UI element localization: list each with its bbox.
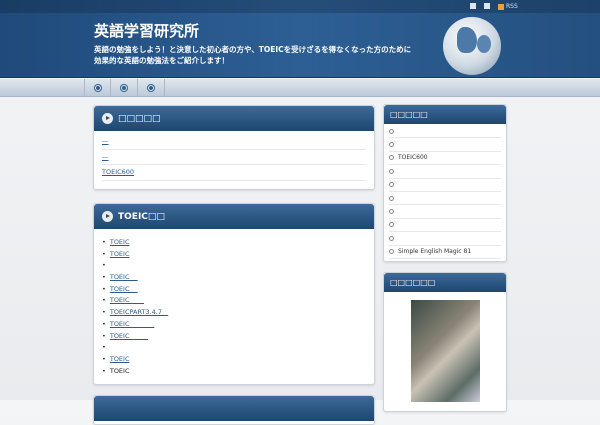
sidebar-profile-box: □□□□□□ xyxy=(383,272,507,412)
toeic-box: TOEIC□□ TOEICTOEIC TOEIC TOEIC TOEIC TOE… xyxy=(93,203,375,385)
toeic-list-item[interactable]: TOEICPART3.4.7 xyxy=(102,307,374,319)
site-description: 英語の勉強をしよう！と決意した初心者の方や、TOEICを受けざるを得なくなった方… xyxy=(94,45,412,65)
toeic-list-item[interactable]: TOEIC xyxy=(102,284,374,296)
bullet-circle-icon xyxy=(389,182,394,188)
recent-posts-box: □□□□□ — — TOEIC600 xyxy=(93,105,375,190)
sidebar-list-item[interactable] xyxy=(389,192,501,206)
bullet-circle-icon xyxy=(389,209,394,215)
nav-dot-icon xyxy=(148,85,154,91)
toeic-list-item[interactable] xyxy=(102,342,374,354)
post-link[interactable]: — xyxy=(102,150,366,165)
play-icon xyxy=(102,211,113,222)
nav-item-3[interactable] xyxy=(138,79,165,97)
sidebar-list-item[interactable]: TOEIC600 xyxy=(389,152,501,166)
box-title: □□□□□ xyxy=(118,113,161,124)
toeic-list-item[interactable]: TOEIC xyxy=(102,295,374,307)
bullet-circle-icon xyxy=(389,235,394,241)
play-icon xyxy=(102,113,113,124)
sidebar-list-item[interactable]: Simple English Magic 81 xyxy=(389,246,501,259)
box-title: TOEIC□□ xyxy=(118,211,165,222)
site-title[interactable]: 英語学習研究所 xyxy=(94,20,199,41)
mail-icon[interactable] xyxy=(484,3,490,9)
rss-icon xyxy=(498,3,504,10)
toeic-list-item[interactable]: TOEIC xyxy=(102,272,374,284)
top-bar: RSS xyxy=(0,0,600,13)
toeic-list-item: TOEIC xyxy=(102,366,374,378)
toeic-list-item[interactable]: TOEIC xyxy=(102,354,374,366)
nav-dot-icon xyxy=(94,85,101,91)
nav-item-2[interactable] xyxy=(111,79,138,97)
bullet-circle-icon xyxy=(389,168,394,174)
sidebar-item-label: TOEIC600 xyxy=(398,154,428,162)
post-link[interactable]: — xyxy=(102,134,366,150)
sidebar-item-label: Simple English Magic 81 xyxy=(398,248,472,256)
toeic-list-item[interactable]: TOEIC xyxy=(102,237,374,249)
profile-cat-photo xyxy=(411,300,480,402)
bullet-circle-icon xyxy=(389,128,394,134)
nav-bar xyxy=(0,79,600,97)
toeic-list: TOEICTOEIC TOEIC TOEIC TOEIC TOEICPART3.… xyxy=(94,229,374,377)
sidebar-list-item[interactable] xyxy=(389,205,501,219)
rss-link[interactable]: RSS xyxy=(498,3,518,10)
sidebar-list-item[interactable] xyxy=(389,179,501,192)
toeic-list-item[interactable]: TOEIC xyxy=(102,331,374,343)
post-link[interactable]: TOEIC600 xyxy=(102,165,366,181)
toeic-list-item[interactable] xyxy=(102,260,374,272)
sidebar-list-item[interactable] xyxy=(389,232,501,246)
sidebar-list-item[interactable] xyxy=(389,219,501,233)
bullet-circle-icon xyxy=(389,249,394,255)
globe-logo-icon xyxy=(443,17,501,75)
bullet-circle-icon xyxy=(389,195,394,201)
sidebar-list-item[interactable] xyxy=(389,125,501,139)
bullet-circle-icon xyxy=(389,155,394,161)
bullet-circle-icon xyxy=(389,142,394,148)
bullet-circle-icon xyxy=(389,222,394,228)
site-header: RSS 英語学習研究所 英語の勉強をしよう！と決意した初心者の方や、TOEICを… xyxy=(0,0,600,78)
sidebar-list-item[interactable] xyxy=(389,138,501,152)
toeic-list-item[interactable]: TOEIC xyxy=(102,319,374,331)
nav-dot-icon xyxy=(121,85,127,91)
sidebar-box-title: □□□□□□ xyxy=(384,273,506,292)
bookmark-icon[interactable] xyxy=(470,3,476,9)
sidebar-list-item[interactable] xyxy=(389,165,501,179)
toeic-list-item[interactable]: TOEIC xyxy=(102,249,374,261)
sidebar-box-title: □□□□□ xyxy=(384,105,506,124)
nav-item-1[interactable] xyxy=(84,79,111,97)
sidebar-recent-box: □□□□□ TOEIC600 Simple English Magic 81 xyxy=(383,104,507,262)
